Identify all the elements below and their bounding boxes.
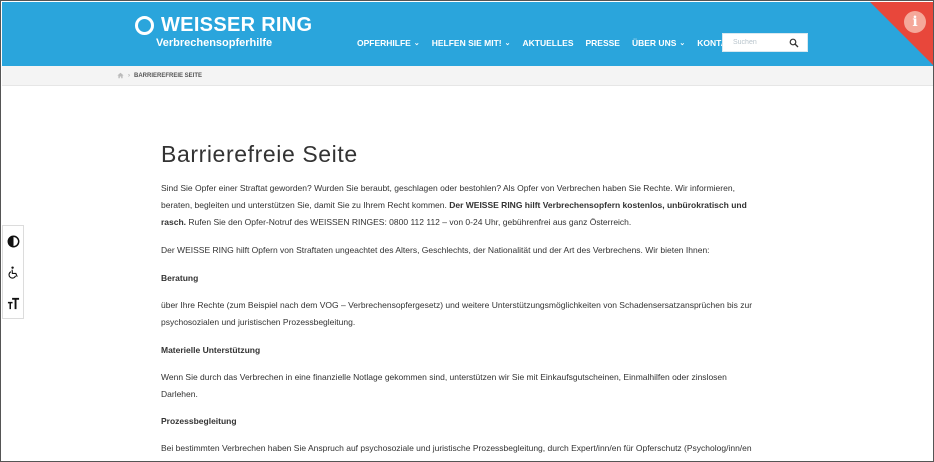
wheelchair-icon[interactable] bbox=[3, 257, 23, 288]
nav-item-opferhilfe[interactable]: OPFERHILFE ⌄ bbox=[357, 38, 420, 48]
logo-subtitle: Verbrechensopferhilfe bbox=[156, 37, 273, 49]
section-heading: Prozessbegleitung bbox=[161, 416, 237, 427]
nav-item-ueber-uns[interactable]: ÜBER UNS ⌄ bbox=[632, 38, 685, 48]
page-title: Barrierefreie Seite bbox=[161, 141, 358, 167]
section-text: über Ihre Rechte (zum Beispiel nach dem … bbox=[161, 300, 753, 327]
nav-item-aktuelles[interactable]: AKTUELLES bbox=[522, 38, 573, 48]
contrast-icon[interactable] bbox=[3, 226, 23, 257]
breadcrumb: › BARRIEREFREIE SEITE bbox=[2, 66, 933, 86]
offer-intro-paragraph: Der WEISSE RING hilft Opfern von Strafta… bbox=[161, 245, 710, 256]
main-nav: OPFERHILFE ⌄ HELFEN SIE MIT! ⌄ AKTUELLES P… bbox=[357, 38, 750, 48]
chevron-down-icon: ⌄ bbox=[504, 40, 511, 47]
text-size-icon[interactable] bbox=[3, 288, 23, 319]
home-icon[interactable] bbox=[117, 72, 124, 79]
section-text: Bei bestimmten Verbrechen haben Sie Ansp… bbox=[161, 443, 752, 461]
site-logo[interactable]: WEISSER RING Verbrechensopferhilfe bbox=[135, 14, 312, 49]
info-icon[interactable]: i bbox=[904, 11, 926, 33]
breadcrumb-separator: › bbox=[128, 72, 130, 79]
search-input[interactable] bbox=[723, 34, 787, 51]
search-box bbox=[722, 33, 808, 52]
intro-paragraph: Sind Sie Opfer einer Straftat geworden? … bbox=[161, 183, 747, 227]
chevron-down-icon: ⌄ bbox=[679, 40, 686, 47]
accessibility-toolbar bbox=[2, 225, 24, 319]
section-heading: Beratung bbox=[161, 273, 199, 284]
main-content: Barrierefreie Seite Sind Sie Opfer einer… bbox=[161, 141, 761, 461]
site-header: WEISSER RING Verbrechensopferhilfe OPFER… bbox=[2, 2, 933, 66]
chevron-down-icon: ⌄ bbox=[413, 40, 420, 47]
logo-title: WEISSER RING bbox=[161, 14, 313, 36]
breadcrumb-current: BARRIEREFREIE SEITE bbox=[134, 72, 203, 79]
section-text: Wenn Sie durch das Verbrechen in eine fi… bbox=[161, 371, 727, 399]
corner-ribbon bbox=[870, 2, 933, 66]
search-icon[interactable] bbox=[787, 36, 801, 50]
ring-logo-icon bbox=[135, 15, 154, 35]
nav-item-helfen-sie-mit[interactable]: HELFEN SIE MIT! ⌄ bbox=[432, 38, 511, 48]
section-heading: Materielle Unterstützung bbox=[161, 344, 261, 355]
nav-item-presse[interactable]: PRESSE bbox=[585, 38, 620, 48]
browser-viewport: WEISSER RING Verbrechensopferhilfe OPFER… bbox=[0, 0, 934, 462]
